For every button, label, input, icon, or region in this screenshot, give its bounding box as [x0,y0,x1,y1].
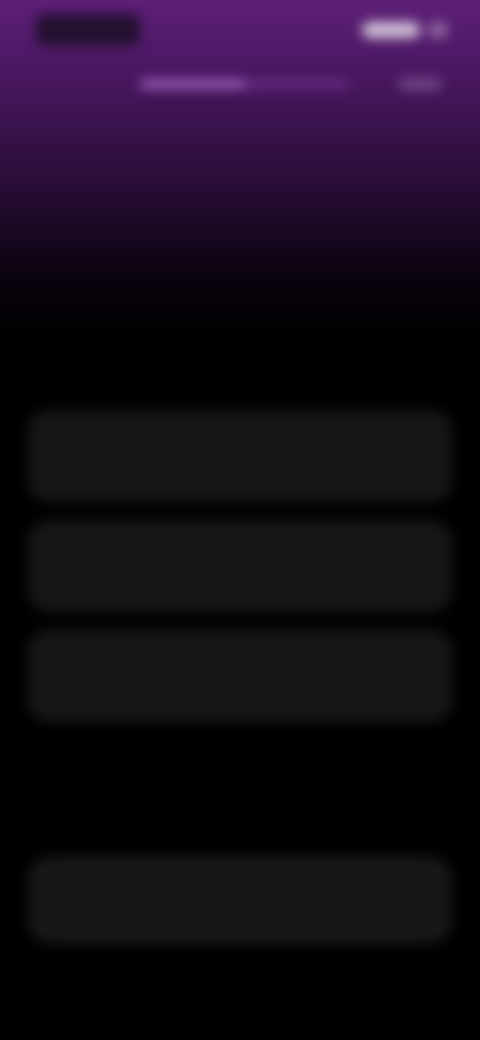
top-bar [0,0,480,60]
brand-logo-icon [36,14,140,46]
option-button-2[interactable] [28,520,452,612]
options-list [28,410,452,740]
blurred-content [0,0,480,1040]
top-action-icon [428,22,448,38]
onboarding-screen [0,0,480,1040]
top-action-label [362,22,420,38]
continue-button[interactable] [28,856,452,944]
option-button-3[interactable] [28,630,452,722]
progress-bar [140,80,350,88]
option-button-1[interactable] [28,410,452,502]
progress-fill [140,80,245,88]
top-action-button[interactable] [352,20,448,40]
step-counter [398,78,442,90]
